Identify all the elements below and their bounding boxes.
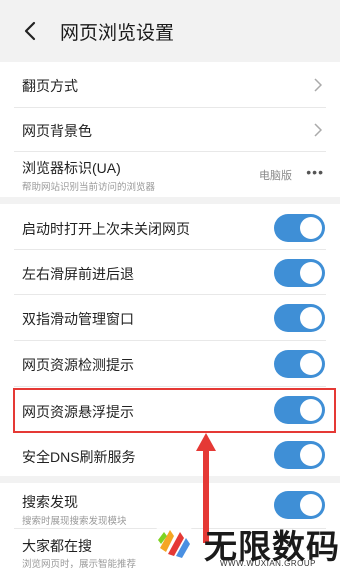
toggle-switch[interactable]: [274, 491, 325, 519]
toggle-switch[interactable]: [274, 214, 325, 242]
setting-description: 帮助网站识别当前访问的浏览器: [22, 182, 156, 193]
toggle-switch[interactable]: [274, 304, 325, 332]
top-bar: 网页浏览设置: [0, 0, 340, 62]
toggle-knob: [300, 217, 322, 239]
setting-description: 搜索时展现搜索发现模块: [22, 516, 127, 527]
toggle-knob: [300, 353, 322, 375]
setting-label: 网页背景色: [22, 123, 92, 139]
toggle-switch[interactable]: [274, 396, 325, 424]
setting-label: 双指滑动管理窗口: [22, 311, 134, 327]
ua-current-value: 电脑版: [259, 170, 292, 182]
page-title: 网页浏览设置: [60, 23, 175, 44]
setting-restore-tabs: 启动时打开上次未关闭网页: [0, 204, 340, 249]
chevron-right-icon: [314, 78, 322, 92]
arrow-up-icon: [196, 433, 216, 543]
setting-label: 启动时打开上次未关闭网页: [22, 221, 190, 237]
settings-group-display: 翻页方式 网页背景色 浏览器标识(UA) 帮助网站识别当前访问的浏览器 电脑版 …: [0, 62, 340, 197]
toggle-knob: [300, 307, 322, 329]
setting-two-finger-windows: 双指滑动管理窗口: [0, 295, 340, 340]
setting-label: 翻页方式: [22, 78, 78, 94]
more-options-icon[interactable]: •••: [306, 164, 324, 180]
toggle-switch[interactable]: [274, 441, 325, 469]
setting-description: 浏览网页时，展示智能推荐: [22, 559, 137, 570]
toggle-switch[interactable]: [274, 259, 325, 287]
toggle-knob: [300, 399, 322, 421]
setting-resource-detect: 网页资源检测提示: [0, 341, 340, 386]
settings-group-behavior: 启动时打开上次未关闭网页 左右滑屏前进后退 双指滑动管理窗口 网页资源检测提示 …: [0, 204, 340, 476]
setting-everyone-search: 大家都在搜 浏览网页时，展示智能推荐: [0, 529, 340, 574]
setting-label: 搜索发现: [22, 494, 78, 510]
setting-label: 网页资源检测提示: [22, 357, 134, 373]
toggle-switch[interactable]: [274, 350, 325, 378]
setting-swipe-navigation: 左右滑屏前进后退: [0, 250, 340, 294]
setting-label: 网页资源悬浮提示: [22, 404, 134, 420]
setting-page-turn[interactable]: 翻页方式: [0, 62, 340, 107]
setting-label: 左右滑屏前进后退: [22, 266, 134, 282]
setting-label: 大家都在搜: [22, 538, 92, 554]
settings-group-search: 搜索发现 搜索时展现搜索发现模块 大家都在搜 浏览网页时，展示智能推荐: [0, 483, 340, 574]
toggle-knob: [300, 262, 322, 284]
setting-user-agent[interactable]: 浏览器标识(UA) 帮助网站识别当前访问的浏览器 电脑版 •••: [0, 152, 340, 197]
setting-secure-dns: 安全DNS刷新服务: [0, 433, 340, 476]
back-arrow-icon[interactable]: [20, 18, 42, 44]
setting-search-discover: 搜索发现 搜索时展现搜索发现模块: [0, 483, 340, 527]
setting-label: 安全DNS刷新服务: [22, 449, 136, 465]
toggle-knob: [300, 444, 322, 466]
setting-label: 浏览器标识(UA): [22, 160, 121, 176]
setting-resource-float: 网页资源悬浮提示: [0, 387, 340, 432]
toggle-knob: [300, 494, 322, 516]
chevron-right-icon: [314, 123, 322, 137]
setting-background-color[interactable]: 网页背景色: [0, 108, 340, 151]
